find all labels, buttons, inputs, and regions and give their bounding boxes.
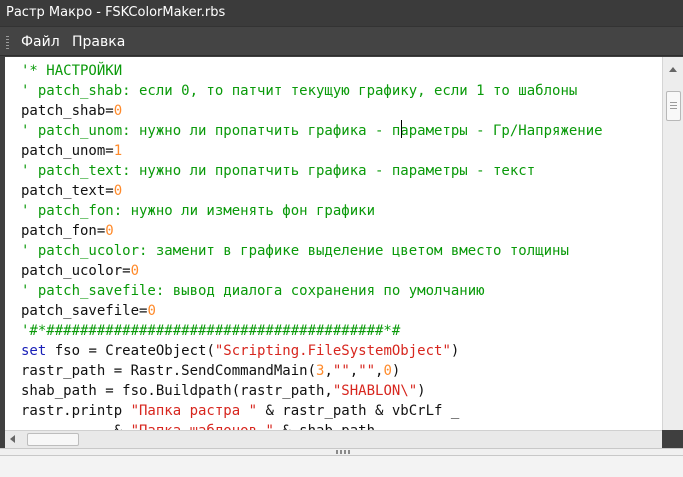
code-token-string: "Папка шаблонов " (131, 423, 274, 430)
code-token-comment: '* НАСТРОЙКИ (21, 63, 123, 79)
code-line[interactable]: '* НАСТРОЙКИ (21, 61, 603, 81)
text-caret (401, 120, 402, 138)
code-line[interactable]: ' patch_savefile: вывод диалога сохранен… (21, 281, 603, 301)
code-token-string: "" (358, 363, 376, 379)
code-line[interactable]: rastr_path = Rastr.SendCommandMain(3,"",… (21, 361, 603, 381)
vertical-scroll-thumb[interactable] (666, 91, 681, 121)
code-token-plain: patch_shab= (21, 103, 114, 119)
code-token-string: "" (332, 363, 350, 379)
code-token-comment: ' patch_text: нужно ли пропатчить график… (21, 163, 536, 179)
code-line[interactable]: patch_shab=0 (21, 101, 603, 121)
code-token-plain: ) (391, 363, 401, 379)
code-token-string: "Папка растра " (130, 403, 258, 419)
vertical-scrollbar[interactable] (662, 57, 683, 430)
code-token-number: 0 (130, 263, 140, 279)
code-token-plain: , (324, 363, 333, 379)
code-token-plain: shab_path = fso.Buildpath(rastr_path, (21, 383, 333, 399)
code-line[interactable]: set fso = CreateObject("Scripting.FileSy… (21, 341, 603, 361)
menu-bar: Файл Правка (0, 26, 683, 56)
code-line[interactable]: patch_fon=0 (21, 221, 603, 241)
code-token-plain: rastr_path = Rastr.SendCommandMain( (21, 363, 317, 379)
code-text[interactable]: '* НАСТРОЙКИ ' patch_shab: если 0, то пат… (21, 61, 603, 430)
code-line[interactable]: shab_path = fso.Buildpath(rastr_path,"SH… (21, 381, 603, 401)
code-token-plain: patch_unom= (21, 143, 114, 159)
code-token-comment: ' patch_fon: нужно ли изменять фон графи… (21, 203, 376, 219)
code-token-number: 0 (105, 223, 114, 239)
scroll-up-arrow-icon[interactable] (669, 67, 677, 72)
code-token-string: "SHABLON\" (332, 383, 418, 399)
code-token-plain: rastr.printp (21, 403, 131, 419)
output-pane (0, 456, 683, 477)
code-editor[interactable]: '* НАСТРОЙКИ ' patch_shab: если 0, то пат… (5, 57, 662, 430)
code-token-plain: & shab_path (274, 423, 375, 430)
code-token-plain: ) (450, 343, 460, 359)
code-token-plain: , (349, 363, 359, 379)
code-token-plain: patch_savefile= (21, 303, 148, 319)
code-line[interactable]: ' patch_unom: нужно ли пропатчить график… (21, 121, 603, 141)
code-line[interactable]: & "Папка шаблонов " & shab_path (21, 421, 603, 430)
code-token-string: "Scripting.FileSystemObject" (214, 343, 451, 359)
pane-splitter[interactable] (0, 448, 683, 456)
code-token-comment: ' patch_unom: нужно ли пропатчить график… (21, 123, 603, 139)
horizontal-scrollbar[interactable] (5, 430, 662, 448)
scroll-left-arrow-icon[interactable] (10, 435, 15, 443)
code-token-comment: ' patch_shab: если 0, то патчит текущую … (21, 83, 578, 99)
code-token-plain: & (21, 423, 131, 430)
horizontal-scroll-thumb[interactable] (27, 433, 79, 446)
code-token-comment: '#*#####################################… (21, 323, 401, 339)
code-token-number: 0 (147, 303, 156, 319)
code-line[interactable]: ' patch_ucolor: заменит в графике выделе… (21, 241, 603, 261)
code-token-comment: ' patch_savefile: вывод диалога сохранен… (21, 283, 485, 299)
code-token-number: 0 (113, 103, 123, 119)
splitter-grip-icon (336, 450, 350, 454)
code-token-keyword: set (21, 343, 47, 359)
code-token-plain: patch_ucolor= (21, 263, 131, 279)
code-line[interactable]: patch_savefile=0 (21, 301, 603, 321)
code-token-number: 0 (113, 183, 123, 199)
code-line[interactable]: '#*#####################################… (21, 321, 603, 341)
code-token-plain: & rastr_path & vbCrLf _ (257, 403, 460, 419)
code-line[interactable]: patch_text=0 (21, 181, 603, 201)
code-line[interactable]: patch_ucolor=0 (21, 261, 603, 281)
menu-file[interactable]: Файл (21, 27, 60, 55)
code-token-plain: fso = CreateObject( (46, 343, 215, 359)
code-token-plain: patch_fon= (21, 223, 106, 239)
toolbar-grip-icon[interactable] (6, 36, 9, 49)
menu-edit[interactable]: Правка (72, 27, 125, 55)
code-line[interactable]: rastr.printp "Папка растра " & rastr_pat… (21, 401, 603, 421)
window-title: Растр Макро - FSKColorMaker.rbs (6, 5, 226, 20)
code-token-plain: ) (417, 383, 426, 399)
code-token-number: 0 (383, 363, 392, 379)
code-line[interactable]: ' patch_fon: нужно ли изменять фон графи… (21, 201, 603, 221)
code-token-comment: ' patch_ucolor: заменит в графике выделе… (21, 243, 569, 259)
title-bar: Растр Макро - FSKColorMaker.rbs (0, 0, 683, 26)
code-token-plain: patch_text= (21, 183, 114, 199)
code-token-number: 1 (113, 143, 123, 159)
code-line[interactable]: ' patch_text: нужно ли пропатчить график… (21, 161, 603, 181)
code-line[interactable]: ' patch_shab: если 0, то патчит текущую … (21, 81, 603, 101)
code-line[interactable]: patch_unom=1 (21, 141, 603, 161)
